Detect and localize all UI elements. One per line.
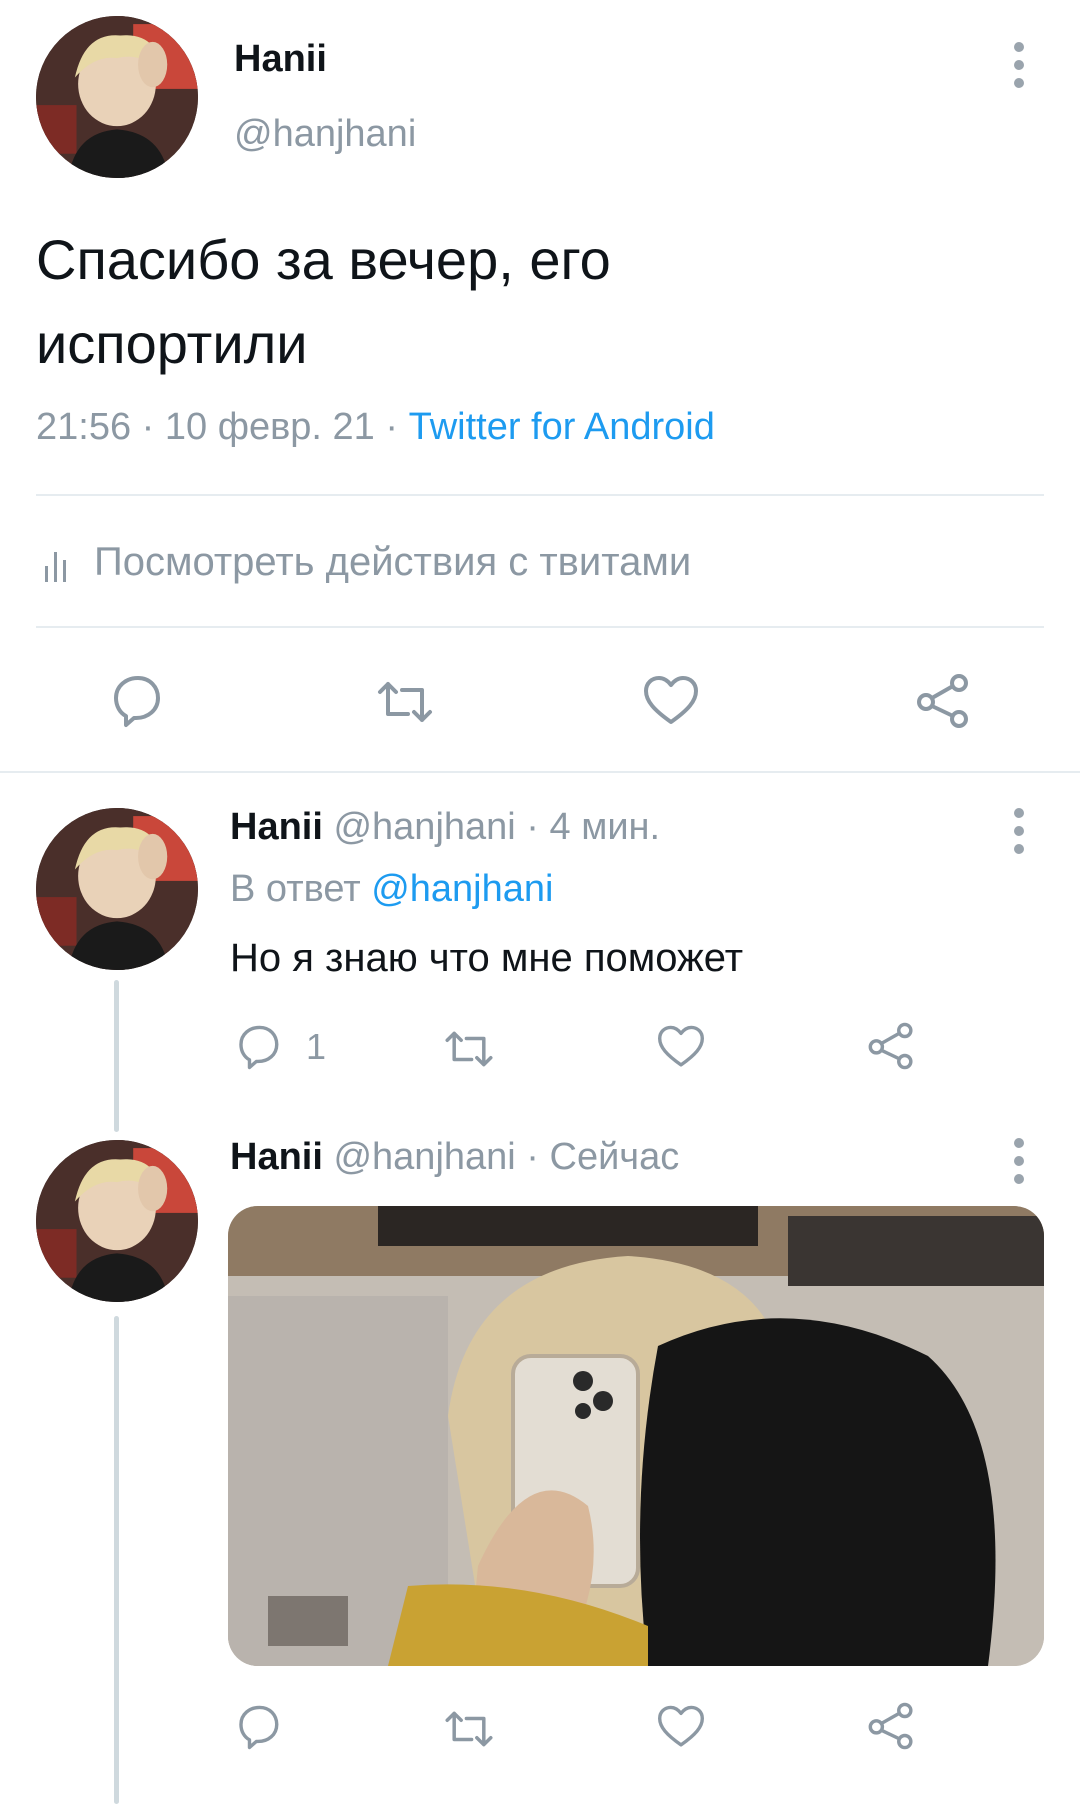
display-name[interactable]: Hanii: [234, 38, 327, 81]
heart-icon[interactable]: [656, 1704, 706, 1750]
avatar[interactable]: [36, 16, 198, 178]
section-divider: [0, 771, 1080, 773]
avatar[interactable]: [36, 808, 198, 970]
tweet-source-link[interactable]: Twitter for Android: [409, 406, 715, 448]
share-icon[interactable]: [866, 1021, 916, 1071]
reply-text: Но я знаю что мне поможет: [230, 936, 744, 980]
reply-time: · Сейчас: [515, 1136, 680, 1178]
tweet-photo[interactable]: [228, 1206, 1044, 1666]
display-name[interactable]: Hanii: [230, 806, 323, 848]
thread-line: [114, 1316, 119, 1804]
reply-icon[interactable]: [234, 1024, 282, 1070]
meta-separator: ·: [131, 406, 165, 448]
avatar-image: [36, 808, 198, 970]
photo-image: [228, 1206, 1044, 1666]
heart-icon[interactable]: [656, 1024, 706, 1070]
reply-to-prefix: В ответ: [230, 868, 372, 910]
tweet-date: 10 февр. 21: [164, 406, 375, 448]
reply-to-line: В ответ @hanjhani: [230, 868, 553, 911]
more-options-icon[interactable]: [1009, 42, 1029, 92]
display-name[interactable]: Hanii: [230, 1136, 323, 1178]
retweet-icon[interactable]: [442, 1708, 496, 1750]
analytics-icon: [44, 548, 70, 582]
avatar[interactable]: [36, 1140, 198, 1302]
reply-count: 1: [306, 1026, 327, 1067]
more-options-icon[interactable]: [1009, 808, 1029, 858]
share-icon[interactable]: [866, 1701, 916, 1751]
reply-header: Hanii @hanjhani · Сейчас: [230, 1136, 679, 1179]
retweet-icon[interactable]: [374, 678, 436, 726]
meta-separator: ·: [374, 406, 409, 448]
heart-icon[interactable]: [642, 674, 700, 728]
handle[interactable]: @hanjhani: [333, 1136, 515, 1178]
tweet-activity-link[interactable]: Посмотреть действия с твитами: [44, 540, 804, 590]
tweet-text-line-1: Спасибо за вечер, его: [36, 228, 611, 291]
handle[interactable]: @hanjhani: [333, 806, 515, 848]
reply-icon[interactable]: [234, 1704, 282, 1750]
reply-to-mention[interactable]: @hanjhani: [371, 868, 553, 910]
divider: [36, 494, 1044, 496]
reply-header: Hanii @hanjhani · 4 мин.: [230, 806, 660, 849]
reply-time: · 4 мин.: [515, 806, 661, 848]
avatar-image: [36, 1140, 198, 1302]
tweet-meta: 21:56 · 10 февр. 21 · Twitter for Androi…: [36, 406, 715, 449]
thread-line: [114, 980, 119, 1132]
handle[interactable]: @hanjhani: [234, 113, 416, 156]
activity-label: Посмотреть действия с твитами: [94, 540, 692, 584]
divider: [36, 626, 1044, 628]
reply-icon[interactable]: [108, 674, 164, 728]
tweet-time: 21:56: [36, 406, 132, 448]
avatar-image: [36, 16, 198, 178]
retweet-icon[interactable]: [442, 1028, 496, 1070]
share-icon[interactable]: [914, 672, 972, 730]
more-options-icon[interactable]: [1009, 1138, 1029, 1188]
tweet-text-line-2: испортили: [36, 312, 308, 375]
